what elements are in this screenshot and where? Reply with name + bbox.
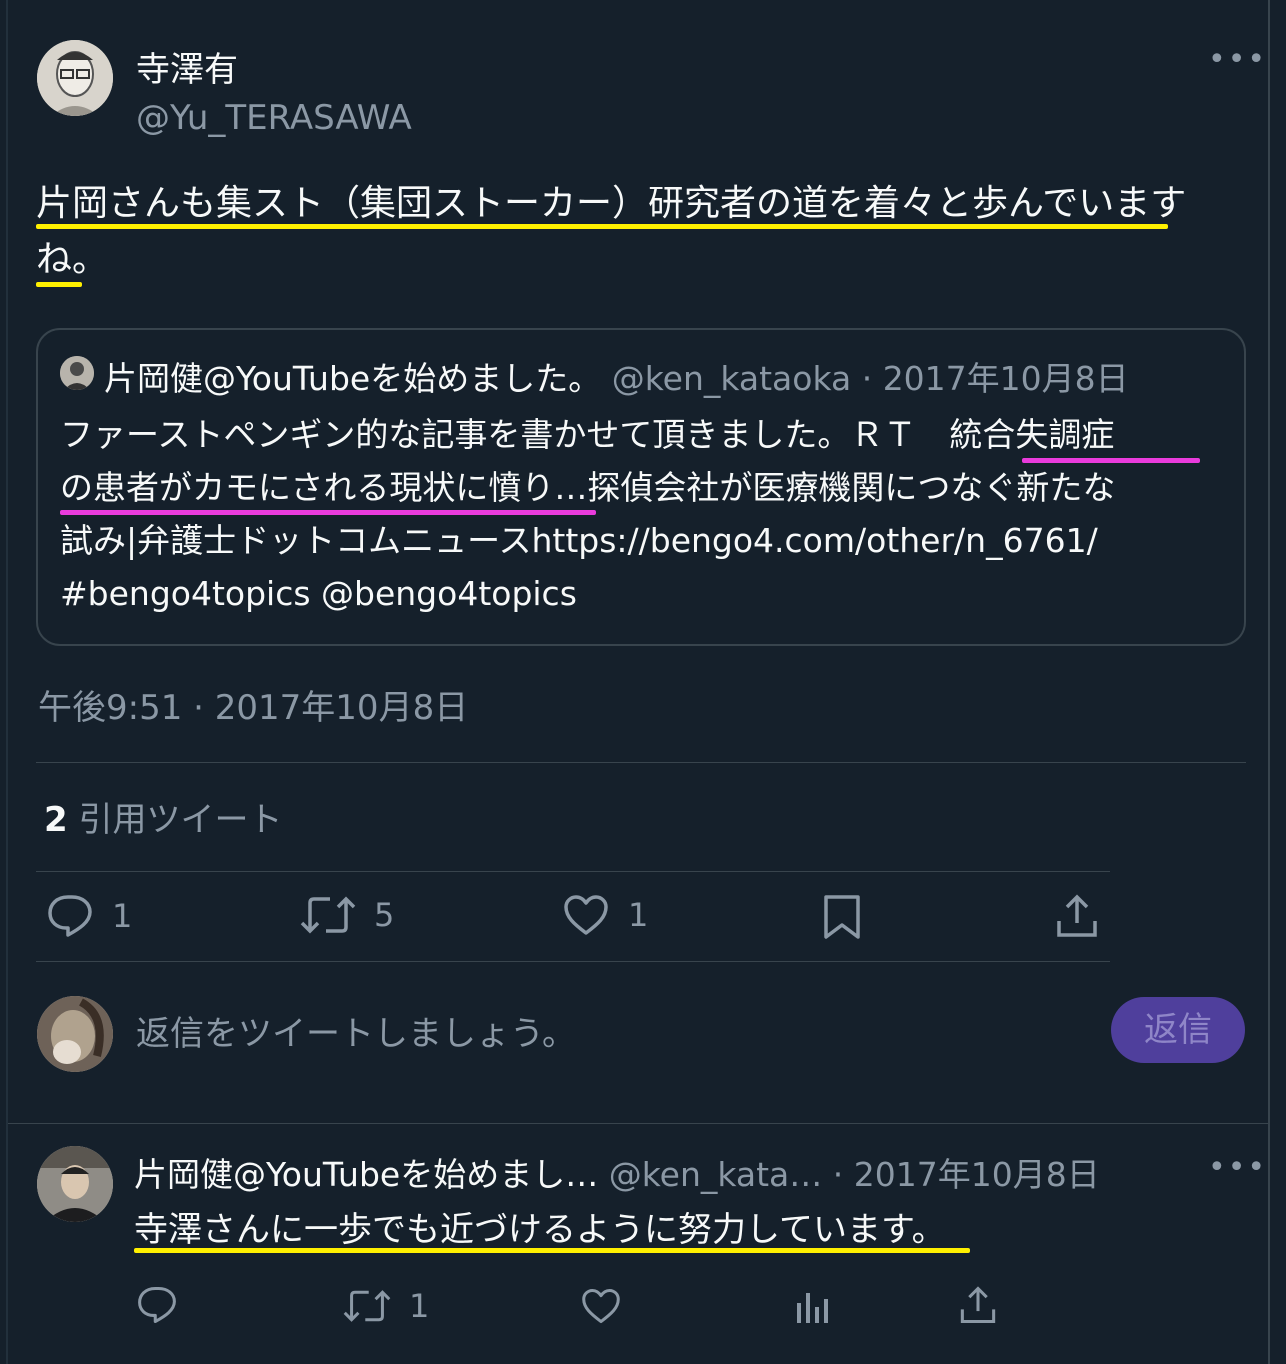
share-icon: [1057, 894, 1097, 937]
pink-underline-1: [1022, 458, 1200, 463]
yellow-underline-2: [36, 282, 82, 287]
heart-icon: [564, 895, 608, 935]
author-handle[interactable]: @Yu_TERASAWA: [136, 98, 412, 138]
yellow-underline-3: [134, 1248, 970, 1253]
user-avatar[interactable]: [37, 996, 113, 1072]
divider-3: [36, 961, 1110, 962]
quoted-tweet-header: 片岡健@YouTubeを始めました。 @ken_kataoka · 2017年1…: [104, 352, 1129, 400]
reply-input[interactable]: 返信をツイートしましょう。: [136, 1006, 576, 1055]
quote-tweet-count[interactable]: 2 引用ツイート: [44, 792, 282, 841]
retweet-icon: [343, 1290, 391, 1322]
like-action[interactable]: 1: [562, 893, 648, 937]
reply-tweet-reply-action[interactable]: [136, 1285, 178, 1325]
reply-icon: [138, 1286, 176, 1324]
reply-tweet-retweet-action[interactable]: 1: [343, 1287, 429, 1325]
bookmark-action[interactable]: [822, 893, 862, 941]
reply-icon: [48, 895, 92, 937]
share-action[interactable]: [1055, 893, 1099, 939]
bookmark-icon: [824, 895, 860, 939]
reply-tweet-header: 片岡健@YouTubeを始めまし… @ken_kata… · 2017年10月8…: [134, 1148, 1100, 1196]
quoted-author-avatar: [60, 356, 94, 390]
tweet-text: 片岡さんも集スト（集団ストーカー）研究者の道を着々と歩んでいます ね。: [36, 176, 1216, 288]
reply-tweet-date[interactable]: · 2017年10月8日: [822, 1155, 1100, 1194]
reply-more-icon[interactable]: •••: [1208, 1150, 1267, 1185]
divider-2: [36, 871, 1110, 872]
reply-author-name[interactable]: 片岡健@YouTubeを始めまし…: [134, 1155, 598, 1194]
like-count: 1: [628, 896, 649, 934]
reply-tweet-analytics-action[interactable]: [794, 1289, 830, 1325]
reply-author-handle[interactable]: @ken_kata…: [609, 1155, 823, 1194]
quoted-line-1: ファーストペンギン的な記事を書かせて頂きました。ＲＴ 統合失調症: [60, 415, 1115, 454]
quoted-line-2: の患者がカモにされる現状に憤り…探偵会社が医療機関につなぐ新たな: [60, 468, 1116, 507]
quoted-line-3: 試み|弁護士ドットコムニュースhttps://bengo4.com/other/…: [60, 521, 1098, 560]
reply-count: 1: [112, 897, 133, 935]
quote-count-label: 引用ツイート: [78, 800, 283, 840]
quote-count-number: 2: [44, 800, 68, 840]
author-name[interactable]: 寺澤有: [136, 42, 238, 91]
reply-button[interactable]: 返信: [1111, 997, 1245, 1063]
reply-tweet-like-action[interactable]: [580, 1287, 622, 1325]
reply-author-avatar[interactable]: [37, 1146, 113, 1222]
retweet-count: 5: [374, 896, 395, 934]
retweet-icon: [300, 896, 356, 934]
pink-underline-2: [60, 510, 596, 515]
tweet-timestamp[interactable]: 午後9:51 · 2017年10月8日: [38, 680, 468, 729]
divider-4: [8, 1123, 1268, 1124]
yellow-underline-1: [36, 224, 1168, 229]
quoted-author-handle: @ken_kataoka: [611, 359, 852, 398]
tweet-text-line-2: ね。: [36, 239, 109, 280]
retweet-action[interactable]: 5: [300, 893, 394, 937]
reply-tweet-share-action[interactable]: [958, 1285, 998, 1325]
left-border: [6, 0, 8, 1364]
share-icon: [960, 1286, 996, 1324]
reply-tweet-text: 寺澤さんに一歩でも近づけるように努力しています。: [134, 1210, 946, 1250]
reply-tweet-retweet-count: 1: [409, 1287, 430, 1325]
author-avatar[interactable]: [37, 40, 113, 116]
more-icon[interactable]: •••: [1208, 42, 1267, 77]
divider-1: [36, 762, 1246, 763]
right-border: [1268, 0, 1270, 1364]
heart-icon: [582, 1288, 620, 1324]
reply-action[interactable]: 1: [46, 893, 132, 939]
quoted-author-name: 片岡健@YouTubeを始めました。: [104, 359, 602, 398]
quoted-tweet-date: · 2017年10月8日: [851, 359, 1129, 398]
quoted-line-4: #bengo4topics @bengo4topics: [60, 574, 577, 613]
tweet-detail-pane: 寺澤有 @Yu_TERASAWA ••• 片岡さんも集スト（集団ストーカー）研究…: [0, 0, 1286, 1364]
analytics-icon: [797, 1293, 828, 1323]
